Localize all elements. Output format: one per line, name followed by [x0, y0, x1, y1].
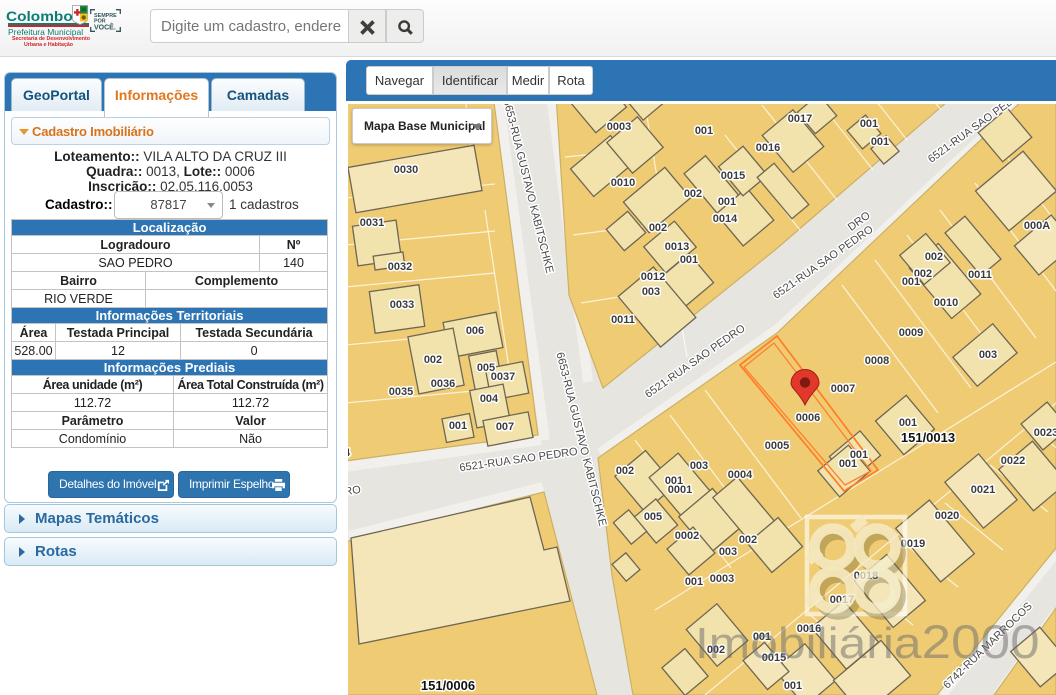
svg-text:002: 002 — [739, 534, 757, 546]
svg-text:001: 001 — [680, 254, 698, 266]
svg-text:0014: 0014 — [713, 213, 738, 225]
svg-text:0011: 0011 — [611, 314, 635, 326]
svg-text:002: 002 — [684, 188, 702, 200]
svg-text:0036: 0036 — [431, 378, 455, 390]
svg-text:0003: 0003 — [710, 573, 734, 585]
svg-text:002: 002 — [424, 354, 442, 366]
svg-text:000A: 000A — [1024, 220, 1050, 232]
svg-text:0006: 0006 — [796, 412, 820, 424]
svg-text:0008: 0008 — [865, 355, 889, 367]
svg-text:0012: 0012 — [641, 271, 665, 283]
svg-text:002: 002 — [925, 251, 943, 263]
svg-text:0010: 0010 — [611, 177, 635, 189]
svg-text:001: 001 — [871, 136, 889, 148]
svg-text:002: 002 — [616, 465, 634, 477]
svg-text:0021: 0021 — [971, 484, 995, 496]
svg-text:151/0013: 151/0013 — [901, 430, 955, 445]
svg-text:001: 001 — [899, 417, 917, 429]
svg-text:001: 001 — [695, 125, 713, 137]
svg-text:005: 005 — [644, 511, 662, 523]
svg-text:Imobiliária2000: Imobiliária2000 — [695, 616, 1040, 668]
svg-text:003: 003 — [719, 546, 737, 558]
svg-text:0016: 0016 — [756, 142, 780, 154]
svg-text:0020: 0020 — [935, 510, 959, 522]
svg-text:003: 003 — [642, 286, 660, 298]
svg-text:RO: RO — [348, 484, 362, 498]
svg-text:0031: 0031 — [360, 217, 384, 229]
svg-text:0033: 0033 — [390, 299, 414, 311]
svg-text:0030: 0030 — [394, 164, 418, 176]
svg-text:0037: 0037 — [491, 371, 515, 383]
svg-text:001: 001 — [718, 196, 736, 208]
svg-text:0013: 0013 — [665, 241, 689, 253]
svg-text:0035: 0035 — [389, 386, 413, 398]
svg-text:002: 002 — [649, 222, 667, 234]
svg-text:001: 001 — [860, 118, 878, 130]
svg-text:0011: 0011 — [968, 269, 992, 281]
svg-text:001: 001 — [449, 420, 467, 432]
svg-text:003: 003 — [690, 460, 708, 472]
svg-text:0032: 0032 — [388, 261, 412, 273]
svg-text:003: 003 — [979, 349, 997, 361]
svg-text:001: 001 — [902, 276, 920, 288]
svg-text:0017: 0017 — [788, 113, 812, 125]
svg-text:007: 007 — [496, 421, 514, 433]
svg-text:0003: 0003 — [607, 121, 631, 133]
svg-text:0002: 0002 — [675, 530, 699, 542]
svg-text:151/0006: 151/0006 — [421, 678, 475, 693]
svg-text:006: 006 — [466, 325, 484, 337]
svg-text:0010: 0010 — [934, 297, 958, 309]
svg-text:004: 004 — [480, 393, 499, 405]
svg-text:VOCÊ.: VOCÊ. — [94, 23, 116, 32]
svg-text:001: 001 — [784, 680, 802, 692]
svg-text:0023: 0023 — [1034, 427, 1056, 439]
svg-text:001: 001 — [839, 458, 857, 470]
svg-text:0005: 0005 — [765, 440, 789, 452]
svg-text:001: 001 — [665, 475, 683, 487]
svg-text:0004: 0004 — [728, 469, 753, 481]
svg-text:0015: 0015 — [721, 170, 745, 182]
svg-text:0009: 0009 — [899, 327, 923, 339]
svg-text:0022: 0022 — [1001, 455, 1025, 467]
svg-text:0007: 0007 — [831, 383, 855, 395]
svg-text:001: 001 — [685, 576, 703, 588]
